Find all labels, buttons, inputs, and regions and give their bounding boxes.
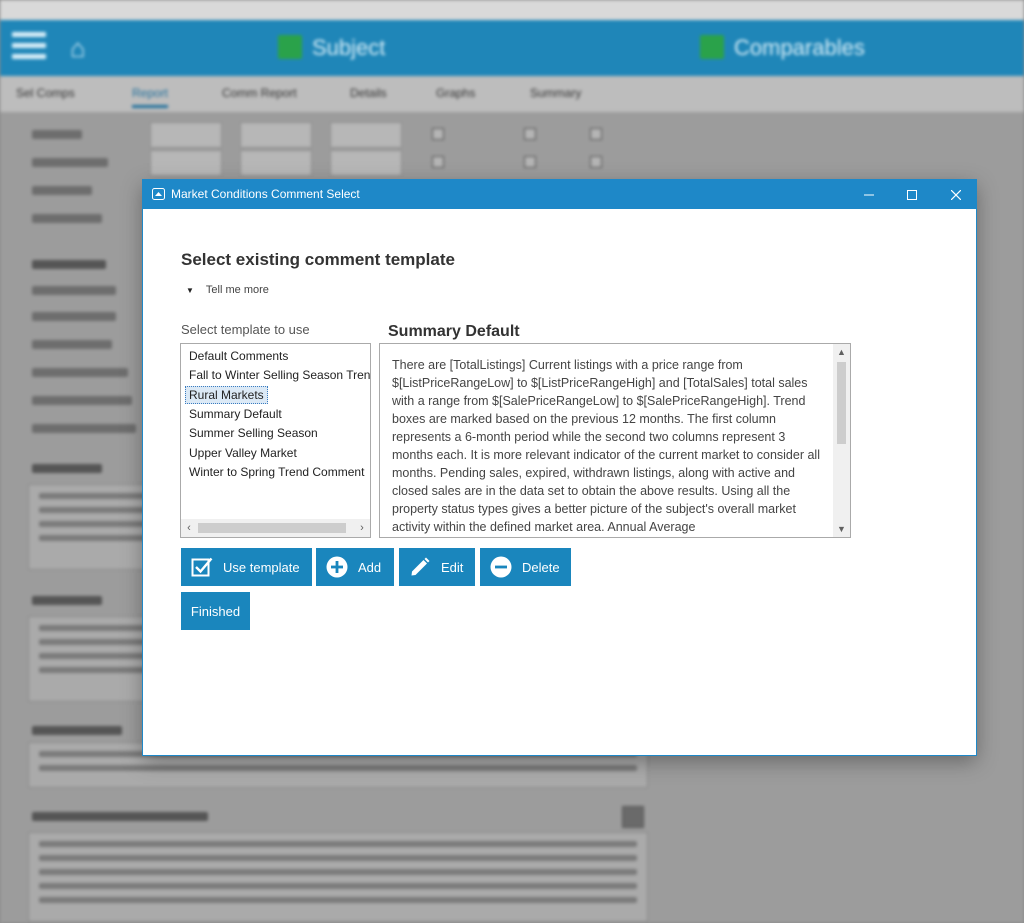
subtab-comm-report[interactable]: Comm Report — [222, 86, 297, 100]
list-item[interactable]: Winter to Spring Trend Comment — [187, 464, 366, 480]
subtab-report[interactable]: Report — [132, 86, 169, 108]
bg-label — [32, 260, 106, 269]
dialog-title: Market Conditions Comment Select — [171, 187, 360, 201]
market-conditions-dialog: Market Conditions Comment Select Select … — [143, 180, 976, 755]
preview-title: Summary Default — [388, 323, 520, 340]
minimize-button[interactable] — [846, 180, 891, 209]
tell-me-more-toggle[interactable]: ▼ Tell me more — [186, 284, 269, 296]
template-preview[interactable]: There are [TotalListings] Current listin… — [379, 343, 851, 538]
horizontal-scrollbar[interactable]: ‹ › — [181, 519, 370, 537]
bg-label — [32, 812, 208, 821]
bg-label — [32, 726, 122, 735]
subtab-sel-comps[interactable]: Sel Comps — [16, 86, 75, 100]
pencil-icon — [411, 557, 430, 576]
maximize-icon — [906, 189, 917, 200]
minimize-icon — [863, 194, 874, 195]
bg-cell — [150, 122, 222, 148]
finished-button[interactable]: Finished — [181, 592, 250, 630]
bg-cell — [150, 150, 222, 176]
tell-me-more-label: Tell me more — [205, 284, 269, 296]
template-list-label: Select template to use — [181, 322, 310, 337]
plus-circle-icon — [326, 556, 348, 578]
use-template-button[interactable]: Use template — [181, 548, 312, 586]
home-icon[interactable]: ⌂ — [70, 34, 86, 62]
scrollbar-thumb[interactable] — [198, 523, 346, 533]
background-header: ⌂ Subject Comparables — [0, 20, 1024, 76]
bg-checkbox — [432, 156, 444, 168]
bg-checkbox — [524, 128, 536, 140]
bg-label — [32, 286, 116, 295]
bg-checkbox — [524, 156, 536, 168]
list-item[interactable]: Fall to Winter Selling Season Trends — [187, 367, 370, 383]
bg-label — [32, 596, 102, 605]
background-window-titlebar — [0, 0, 1024, 20]
list-item[interactable]: Upper Valley Market — [187, 445, 299, 461]
preview-text: There are [TotalListings] Current listin… — [392, 358, 820, 534]
scrollbar-thumb[interactable] — [837, 362, 846, 444]
maximize-button[interactable] — [889, 180, 934, 209]
minus-circle-icon — [490, 556, 512, 578]
bg-label — [32, 368, 128, 377]
scroll-up-icon[interactable]: ▲ — [833, 344, 850, 360]
bg-label — [32, 340, 112, 349]
bg-checkbox — [590, 156, 602, 168]
bg-button — [622, 806, 644, 828]
edit-button[interactable]: Edit — [399, 548, 475, 586]
bg-checkbox — [590, 128, 602, 140]
list-item[interactable]: Summer Selling Season — [187, 425, 320, 441]
delete-button[interactable]: Delete — [480, 548, 571, 586]
tab-comparables-label: Comparables — [734, 35, 865, 60]
app-icon — [152, 188, 165, 200]
menu-icon[interactable] — [12, 32, 46, 64]
delete-label: Delete — [522, 559, 560, 575]
template-listbox[interactable]: Default Comments Fall to Winter Selling … — [180, 343, 371, 538]
bg-cell — [240, 122, 312, 148]
bg-label — [32, 464, 102, 473]
add-label: Add — [358, 559, 382, 575]
edit-label: Edit — [441, 559, 464, 575]
bg-textbox — [28, 832, 648, 922]
close-button[interactable] — [933, 180, 978, 209]
subtab-details[interactable]: Details — [350, 86, 387, 100]
bg-label — [32, 424, 136, 433]
status-indicator-icon — [278, 35, 302, 59]
subtab-summary[interactable]: Summary — [530, 86, 581, 100]
use-template-label: Use template — [223, 559, 300, 575]
bg-cell — [330, 122, 402, 148]
tab-subject-label: Subject — [312, 35, 386, 60]
chevron-down-icon: ▼ — [186, 285, 194, 295]
bg-label — [32, 158, 108, 167]
bg-label — [32, 214, 102, 223]
background-subtabs: Sel Comps Report Comm Report Details Gra… — [0, 76, 1024, 113]
bg-label — [32, 130, 82, 139]
list-item-selected[interactable]: Rural Markets — [185, 386, 268, 404]
bg-cell — [330, 150, 402, 176]
add-button[interactable]: Add — [316, 548, 394, 586]
dialog-titlebar[interactable]: Market Conditions Comment Select — [143, 180, 976, 209]
subtab-graphs[interactable]: Graphs — [436, 86, 475, 100]
list-item[interactable]: Summary Default — [187, 406, 284, 422]
scroll-left-icon[interactable]: ‹ — [181, 519, 197, 537]
list-item[interactable]: Default Comments — [187, 348, 290, 364]
scroll-down-icon[interactable]: ▼ — [833, 521, 850, 537]
tab-subject[interactable]: Subject — [278, 34, 385, 62]
status-indicator-icon — [700, 35, 724, 59]
bg-label — [32, 312, 116, 321]
dialog-heading: Select existing comment template — [181, 250, 455, 269]
bg-checkbox — [432, 128, 444, 140]
tab-comparables[interactable]: Comparables — [700, 34, 865, 62]
bg-label — [32, 396, 132, 405]
bg-cell — [240, 150, 312, 176]
bg-label — [32, 186, 92, 195]
scroll-right-icon[interactable]: › — [354, 519, 370, 537]
checkbox-check-icon — [191, 557, 213, 577]
vertical-scrollbar[interactable]: ▲ ▼ — [833, 344, 850, 537]
close-icon — [950, 189, 961, 200]
